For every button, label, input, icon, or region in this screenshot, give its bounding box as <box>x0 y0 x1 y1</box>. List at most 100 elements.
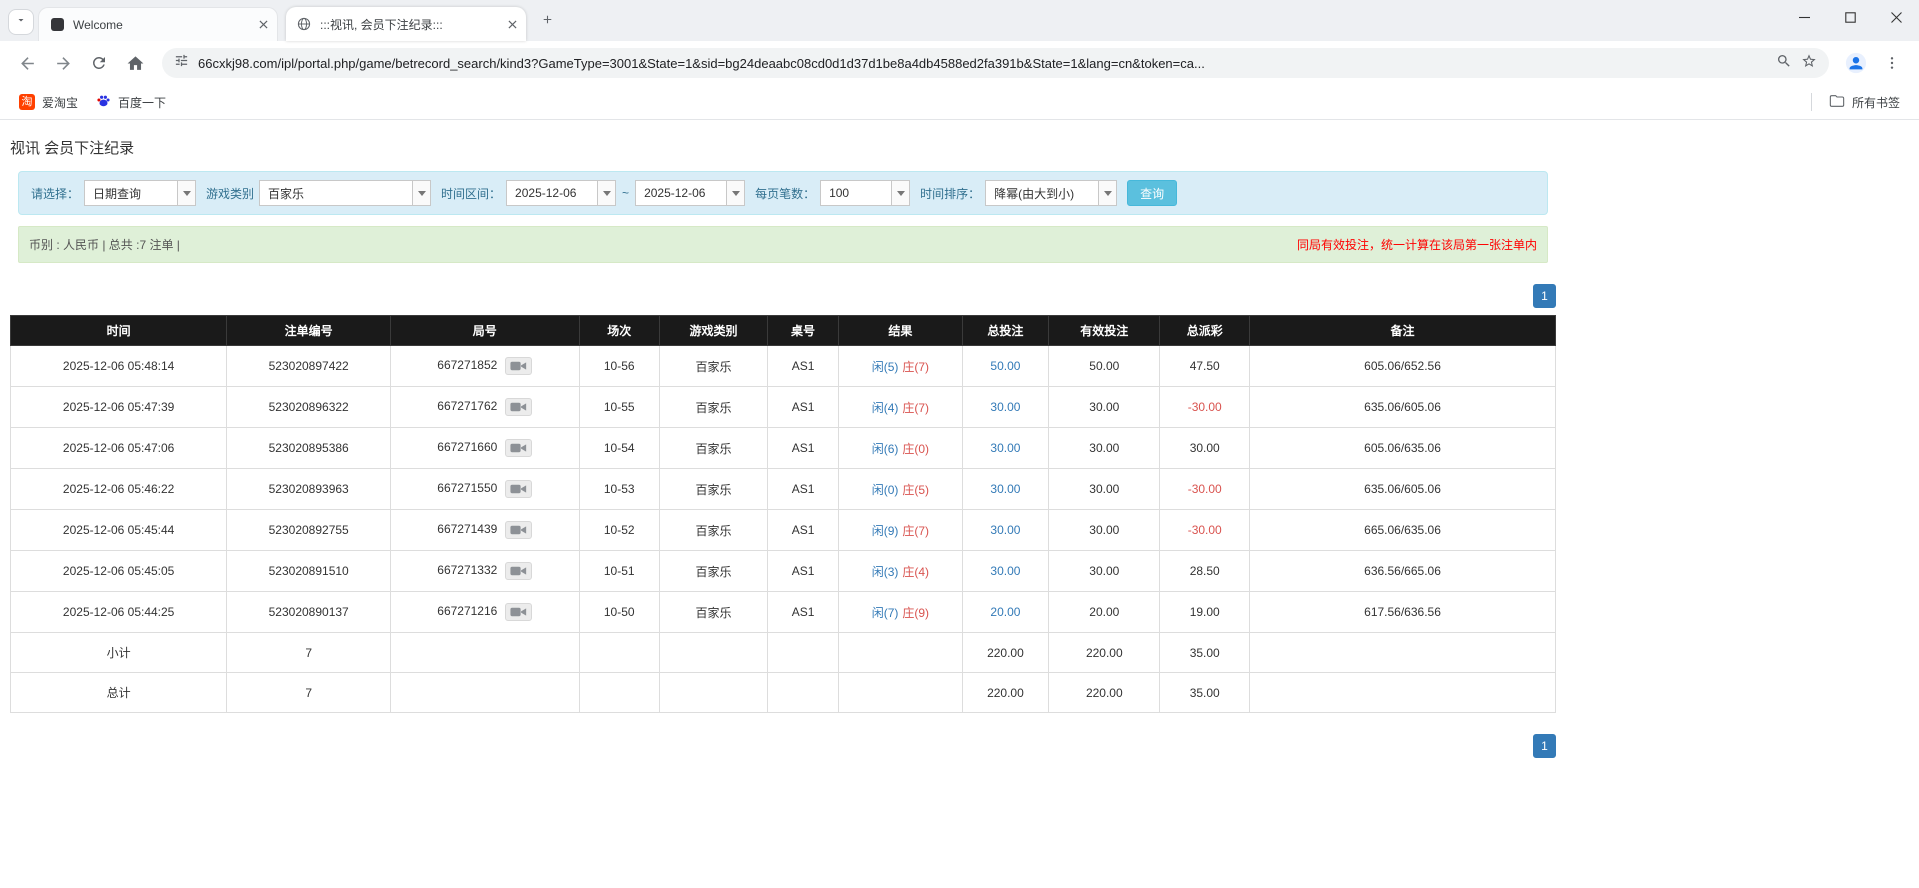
video-replay-icon[interactable] <box>505 480 533 498</box>
cell-note: 636.56/665.06 <box>1249 550 1556 592</box>
table-row: 2025-12-06 05:48:14 523020897422 6672718… <box>9 345 1556 387</box>
video-replay-icon[interactable] <box>505 398 533 416</box>
cell-total-bet: 30.00 <box>961 550 1050 592</box>
total-bet-link[interactable]: 30.00 <box>990 564 1020 578</box>
header-session: 场次 <box>578 315 660 346</box>
total-bet-link[interactable]: 30.00 <box>990 441 1020 455</box>
header-payout: 总派彩 <box>1159 315 1251 346</box>
zoom-icon[interactable] <box>1776 53 1792 74</box>
cell-payout: 19.00 <box>1159 591 1251 633</box>
cell-session: 10-55 <box>578 386 660 428</box>
cell-valid-bet: 20.00 <box>1048 591 1161 633</box>
bookmarks-separator <box>1810 93 1812 111</box>
summary-valid-bet: 220.00 <box>1048 632 1161 673</box>
plus-icon <box>541 13 554 31</box>
chevron-down-icon <box>15 13 27 31</box>
bookmark-label: 百度一下 <box>118 95 167 110</box>
profile-icon[interactable] <box>1839 46 1873 80</box>
tab-bet-records[interactable]: :::视讯, 会员下注纪录::: <box>286 7 526 41</box>
page-size-select[interactable]: 100 <box>820 180 911 206</box>
cell-time: 2025-12-06 05:44:25 <box>9 591 228 633</box>
reload-button[interactable] <box>82 46 116 80</box>
video-replay-icon[interactable] <box>505 521 533 539</box>
close-window-button[interactable] <box>1873 0 1919 34</box>
search-button[interactable]: 查询 <box>1127 180 1178 206</box>
chevron-down-icon <box>597 181 616 205</box>
all-bookmarks-button[interactable]: 所有书签 <box>1820 89 1909 116</box>
cell-payout: 28.50 <box>1159 550 1251 592</box>
cell-table-number: AS1 <box>767 386 840 428</box>
result-player: 闲(6) <box>871 441 899 456</box>
result-player: 闲(3) <box>871 564 899 579</box>
game-type-select[interactable]: 百家乐 <box>259 180 432 206</box>
video-replay-icon[interactable] <box>505 562 533 580</box>
result-banker: 庄(9) <box>902 605 930 620</box>
total-bet-link[interactable]: 30.00 <box>990 523 1020 537</box>
baidu-paw-icon <box>96 93 111 111</box>
cell-table-number: AS1 <box>767 427 840 469</box>
video-replay-icon[interactable] <box>505 603 533 621</box>
bookmark-baidu[interactable]: 百度一下 <box>87 89 175 115</box>
summary-info-bar: 币别 : 人民币 | 总共 :7 注单 | 同局有效投注，统一计算在该局第一张注… <box>18 226 1548 263</box>
result-player: 闲(7) <box>871 605 899 620</box>
home-button[interactable] <box>118 46 152 80</box>
cell-round-number: 667271439 <box>390 509 580 551</box>
cell-valid-bet: 30.00 <box>1048 509 1161 551</box>
cell-result: 闲(6) 庄(0) <box>838 427 963 469</box>
header-game-type: 游戏类别 <box>658 315 769 346</box>
summary-count: 7 <box>226 672 392 713</box>
total-bet-link[interactable]: 50.00 <box>990 359 1020 373</box>
back-button[interactable] <box>10 46 44 80</box>
cell-round-number: 667271332 <box>390 550 580 592</box>
date-from-select[interactable]: 2025-12-06 <box>506 180 617 206</box>
total-bet-link[interactable]: 20.00 <box>990 605 1020 619</box>
cell-session: 10-56 <box>578 345 660 387</box>
video-replay-icon[interactable] <box>505 439 533 457</box>
cell-table-number: AS1 <box>767 468 840 510</box>
header-total-bet: 总投注 <box>961 315 1050 346</box>
bookmark-star-icon[interactable] <box>1801 53 1817 74</box>
site-settings-icon[interactable] <box>174 53 189 73</box>
cell-valid-bet: 30.00 <box>1048 386 1161 428</box>
date-to-select[interactable]: 2025-12-06 <box>635 180 746 206</box>
summary-count: 7 <box>226 632 392 673</box>
tab-welcome[interactable]: Welcome <box>38 7 278 41</box>
page-number-button[interactable]: 1 <box>1533 284 1556 308</box>
tab-strip: Welcome :::视讯, 会员下注纪录::: <box>0 0 1919 41</box>
new-tab-button[interactable] <box>534 9 560 35</box>
chevron-down-icon <box>412 181 431 205</box>
result-banker: 庄(7) <box>902 400 930 415</box>
minimize-button[interactable] <box>1781 0 1827 34</box>
header-note: 备注 <box>1249 315 1556 346</box>
cell-game-type: 百家乐 <box>658 591 769 633</box>
cell-round-number: 667271762 <box>390 386 580 428</box>
cell-table-number: AS1 <box>767 509 840 551</box>
page-number-button[interactable]: 1 <box>1533 734 1556 758</box>
cell-bet-number: 523020892755 <box>226 509 392 551</box>
tab-search-button[interactable] <box>8 9 34 35</box>
pagination-bottom: 1 <box>10 734 1556 758</box>
close-tab-icon[interactable] <box>504 16 520 32</box>
cell-game-type: 百家乐 <box>658 468 769 510</box>
query-type-select[interactable]: 日期查询 <box>84 180 197 206</box>
cell-payout: 47.50 <box>1159 345 1251 387</box>
address-bar[interactable]: 66cxkj98.com/ipl/portal.php/game/betreco… <box>162 48 1829 78</box>
total-bet-link[interactable]: 30.00 <box>990 400 1020 414</box>
page-title: 视讯 会员下注纪录 <box>10 140 135 157</box>
video-replay-icon[interactable] <box>505 357 533 375</box>
query-type-label: 请选择： <box>31 186 80 201</box>
game-type-label: 游戏类别 <box>206 186 255 201</box>
sort-order-select[interactable]: 降幂(由大到小) <box>985 180 1118 206</box>
cell-total-bet: 30.00 <box>961 386 1050 428</box>
cell-bet-number: 523020897422 <box>226 345 392 387</box>
cell-game-type: 百家乐 <box>658 386 769 428</box>
maximize-button[interactable] <box>1827 0 1873 34</box>
close-tab-icon[interactable] <box>255 17 271 33</box>
result-banker: 庄(7) <box>902 359 930 374</box>
total-bet-link[interactable]: 30.00 <box>990 482 1020 496</box>
window-controls <box>1781 0 1919 34</box>
cell-round-number: 667271660 <box>390 427 580 469</box>
forward-button[interactable] <box>46 46 80 80</box>
bookmark-taobao[interactable]: 淘 爱淘宝 <box>10 90 87 115</box>
menu-dots-icon[interactable] <box>1875 46 1909 80</box>
